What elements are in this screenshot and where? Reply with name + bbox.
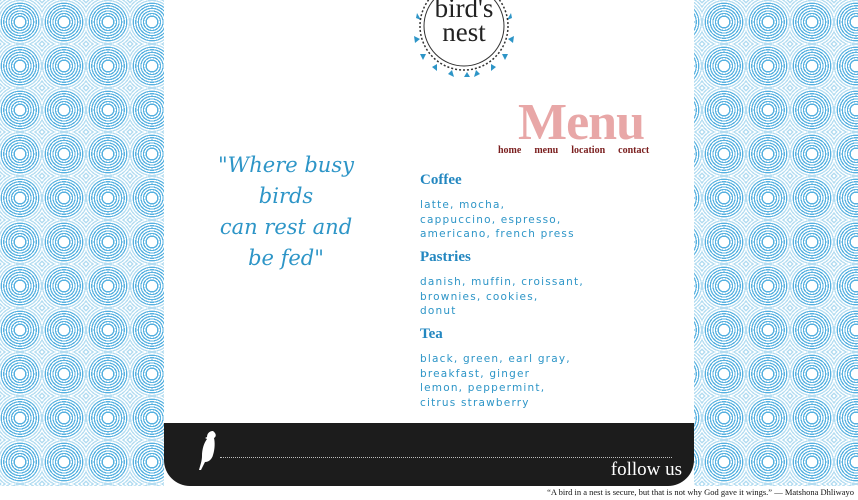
footer-quote: “A bird in a nest is secure, but that is… [547, 487, 854, 497]
logo[interactable]: bird's nest [412, 0, 516, 82]
section-title-pastries: Pastries [420, 249, 471, 265]
logo-line-2: nest [442, 17, 486, 47]
section-items-pastries: danish, muffin, croissant, brownies, coo… [420, 276, 584, 317]
follow-us-link[interactable]: follow us [611, 459, 682, 481]
section-title-tea: Tea [420, 326, 443, 342]
logo-text: bird's nest [412, 0, 516, 47]
section-title-coffee: Coffee [420, 172, 462, 188]
right-pattern-panel [694, 0, 858, 486]
left-pattern-panel [0, 0, 164, 486]
footer-divider [220, 457, 672, 458]
nav-menu[interactable]: menu [534, 145, 558, 156]
nav-location[interactable]: location [571, 145, 605, 156]
menu-section-coffee: Coffee latte, mocha, cappuccino, espress… [420, 172, 575, 242]
tagline: "Where busy birds can rest and be fed" [218, 153, 354, 270]
main-content: bird's nest Menu home menu location cont… [164, 0, 694, 486]
menu-section-pastries: Pastries danish, muffin, croissant, brow… [420, 249, 584, 319]
bird-icon [199, 431, 216, 470]
page-title: Menu [518, 94, 645, 151]
nav-contact[interactable]: contact [618, 145, 649, 156]
section-items-coffee: latte, mocha, cappuccino, espresso, amer… [420, 199, 575, 240]
section-items-tea: black, green, earl gray, breakfast, ging… [420, 353, 571, 409]
menu-section-tea: Tea black, green, earl gray, breakfast, … [420, 326, 571, 410]
top-nav: home menu location contact [498, 145, 649, 156]
nav-home[interactable]: home [498, 145, 521, 156]
footer-bar: follow us [164, 423, 694, 486]
